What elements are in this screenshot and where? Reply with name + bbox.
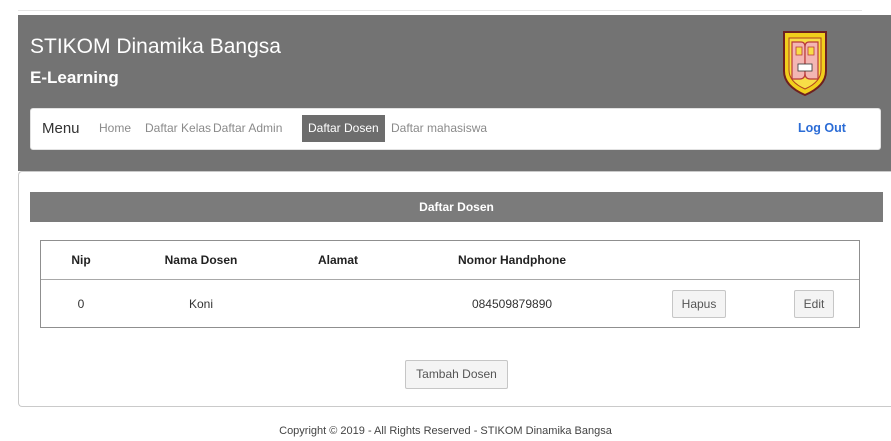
dosen-table-container: Nip Nama Dosen Alamat Nomor Handphone 0 … bbox=[40, 240, 860, 328]
site-subtitle: E-Learning bbox=[30, 68, 119, 87]
cell-nip: 0 bbox=[77, 296, 85, 311]
column-header-empty bbox=[769, 241, 859, 280]
navbar: Menu Home Daftar Kelas Daftar Admin Daft… bbox=[30, 108, 881, 150]
cell-alamat bbox=[281, 280, 395, 327]
cell-delete-action: Hapus bbox=[629, 280, 769, 327]
column-header-empty bbox=[629, 241, 769, 280]
top-divider bbox=[18, 10, 862, 11]
nav-link-daftar-admin[interactable]: Daftar Admin bbox=[207, 115, 288, 142]
cell-nomor-handphone: 084509879890 bbox=[471, 296, 553, 311]
site-title: STIKOM Dinamika Bangsa bbox=[30, 35, 281, 58]
cell-nama-dosen: Koni bbox=[188, 296, 214, 311]
column-header-nama-dosen: Nama Dosen bbox=[121, 241, 281, 280]
add-dosen-button[interactable]: Tambah Dosen bbox=[405, 360, 508, 389]
dosen-table: Nip Nama Dosen Alamat Nomor Handphone 0 … bbox=[41, 241, 859, 327]
column-header-alamat: Alamat bbox=[281, 241, 395, 280]
edit-button[interactable]: Edit bbox=[793, 289, 835, 318]
table-row: 0 Koni 084509879890 Hapus Edit bbox=[41, 280, 859, 327]
nav-link-daftar-dosen[interactable]: Daftar Dosen bbox=[302, 115, 385, 142]
column-header-nip: Nip bbox=[41, 241, 121, 280]
footer-copyright: Copyright © 2019 - All Rights Reserved -… bbox=[279, 425, 612, 437]
cell-edit-action: Edit bbox=[769, 280, 859, 327]
nav-link-daftar-kelas[interactable]: Daftar Kelas bbox=[139, 115, 217, 142]
nav-link-home[interactable]: Home bbox=[93, 115, 137, 142]
nav-link-daftar-mahasiswa[interactable]: Daftar mahasiswa bbox=[385, 115, 493, 142]
navbar-menu-label: Menu bbox=[42, 120, 80, 137]
stikom-logo-icon bbox=[781, 29, 829, 97]
panel-heading: Daftar Dosen bbox=[30, 192, 883, 222]
logout-link[interactable]: Log Out bbox=[798, 115, 846, 142]
site-header: STIKOM Dinamika Bangsa E-Learning Menu H… bbox=[18, 15, 891, 171]
content-panel: Daftar Dosen Nip Nama Dosen Alamat Nomor… bbox=[18, 171, 891, 407]
column-header-nomor-handphone: Nomor Handphone bbox=[395, 241, 629, 280]
delete-button[interactable]: Hapus bbox=[671, 289, 727, 318]
table-header-row: Nip Nama Dosen Alamat Nomor Handphone bbox=[41, 241, 859, 280]
